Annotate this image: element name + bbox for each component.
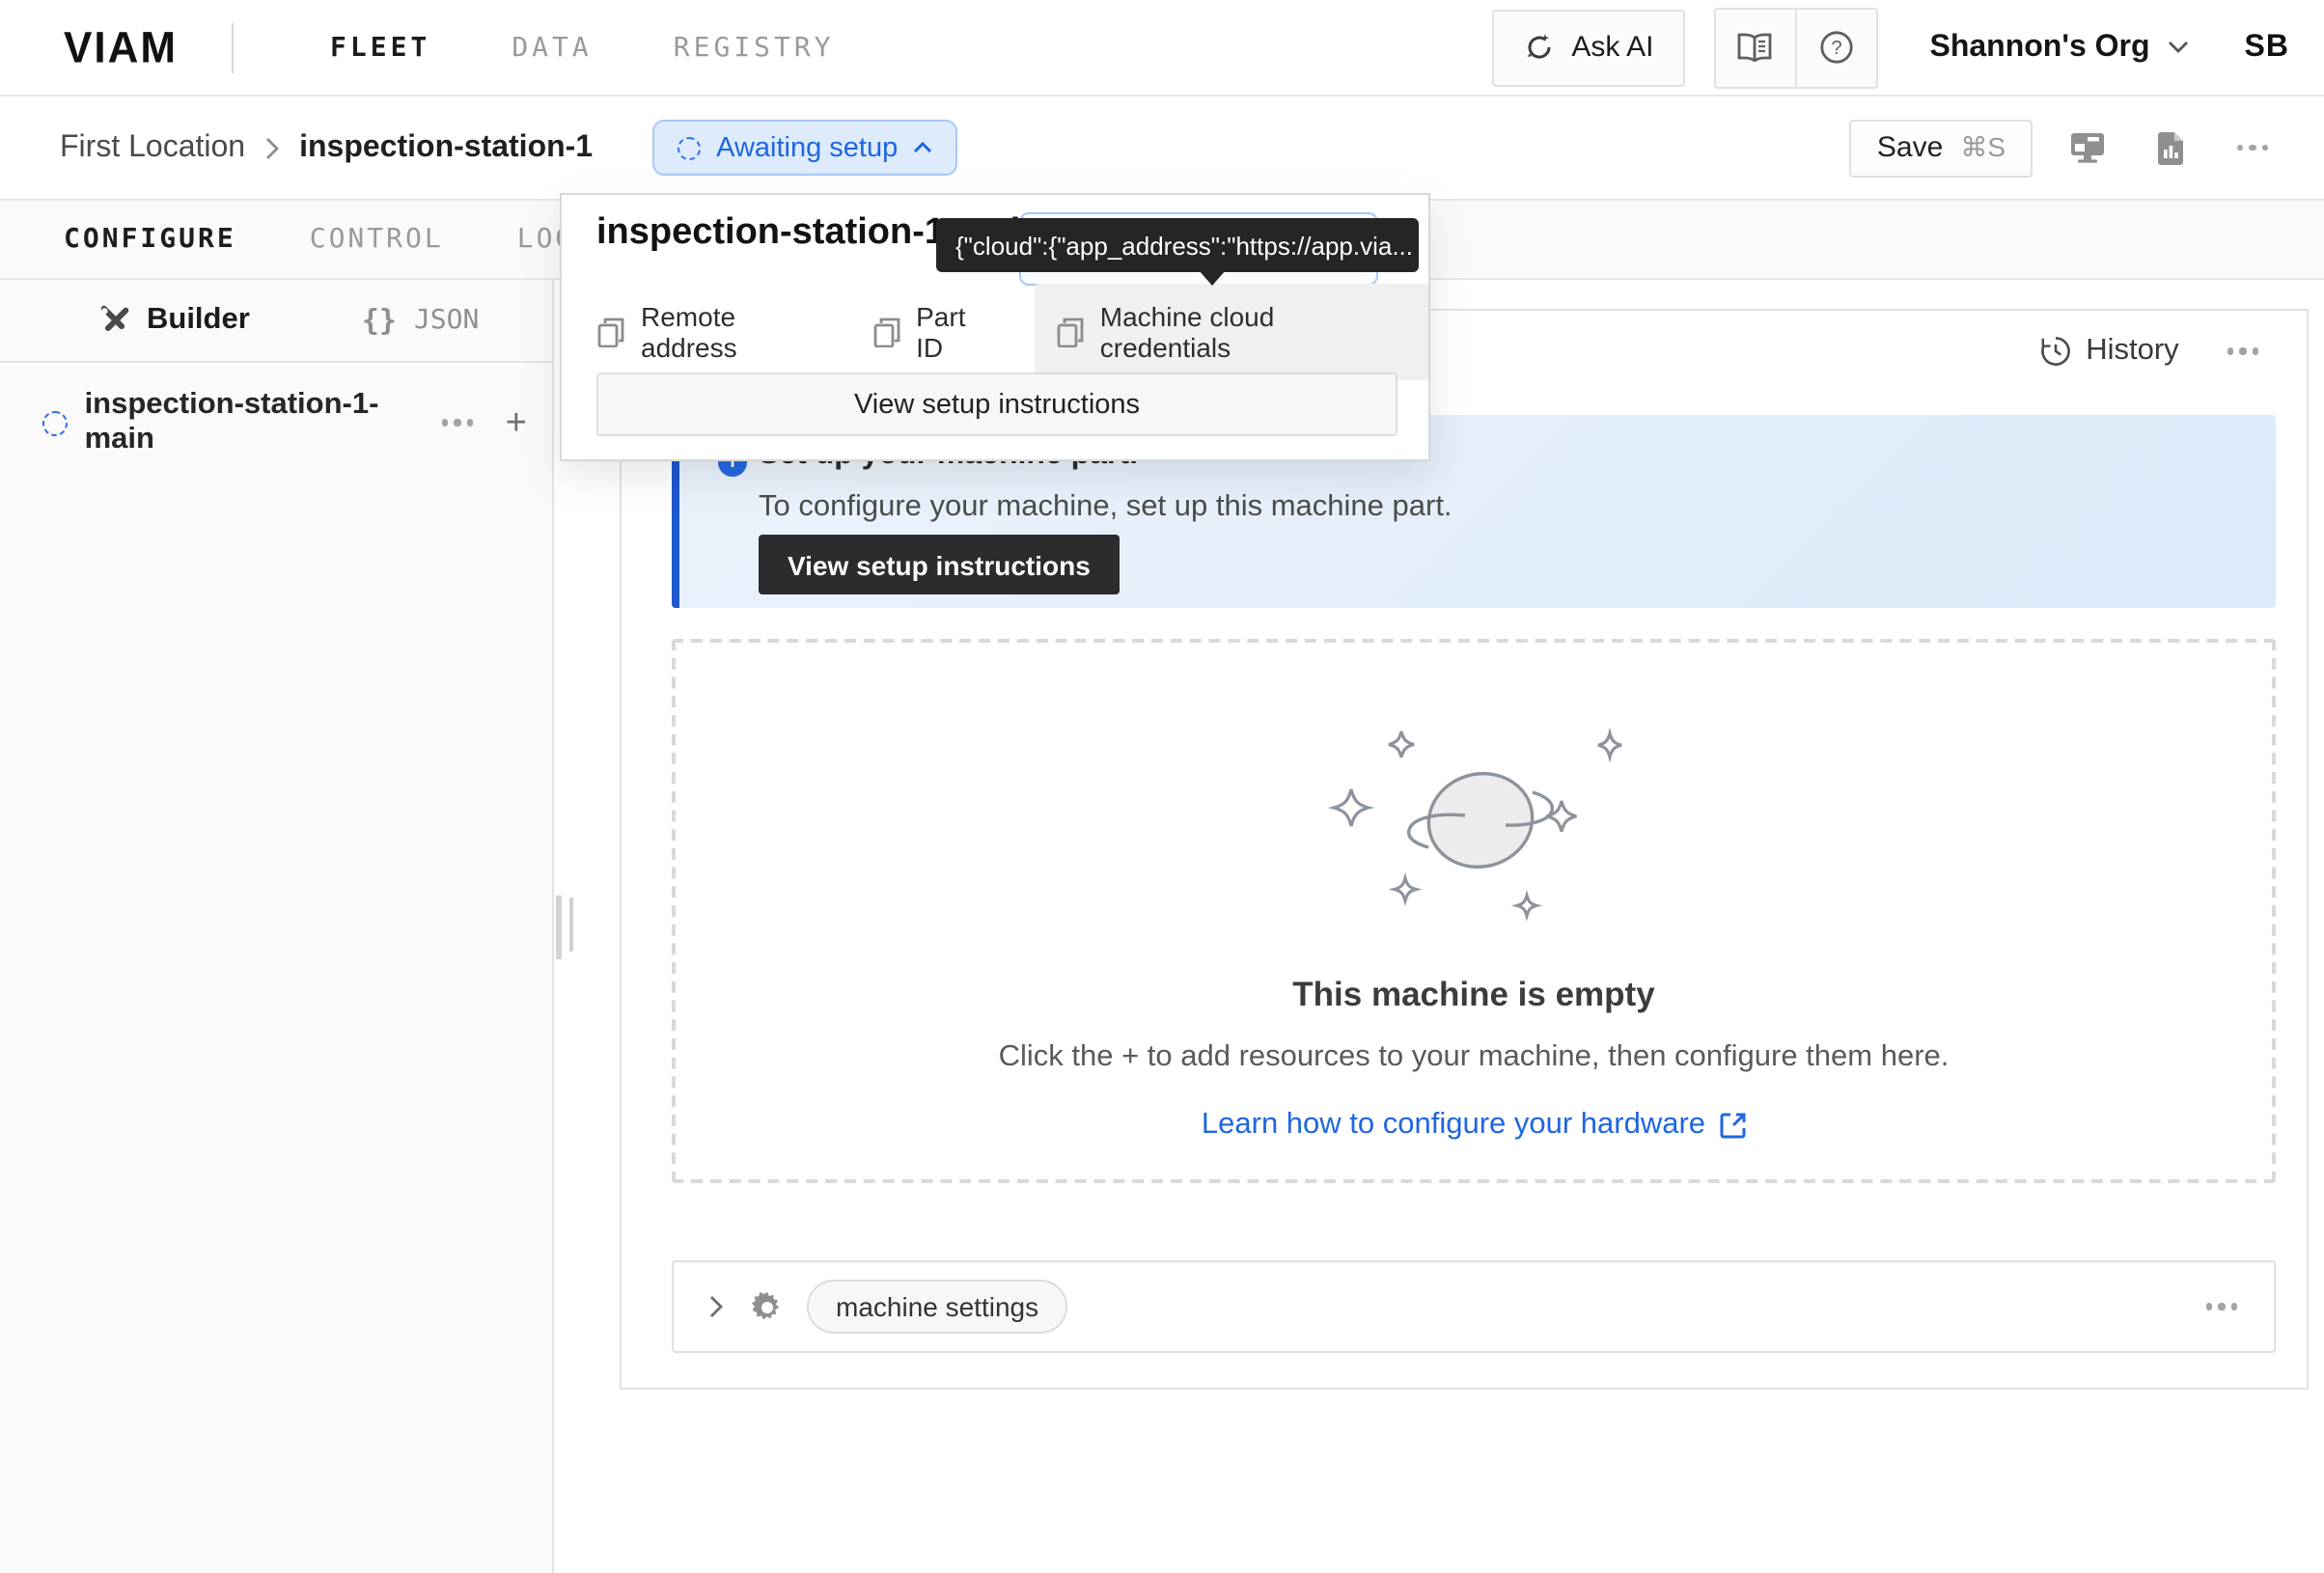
json-brace-icon: {} bbox=[362, 303, 397, 338]
save-label: Save bbox=[1877, 131, 1943, 164]
settings-overflow-menu[interactable] bbox=[2206, 1304, 2237, 1311]
svg-text:?: ? bbox=[1831, 38, 1841, 59]
popup-copy-row: Remote address Part ID bbox=[596, 284, 1428, 380]
builder-mode-button[interactable]: Builder bbox=[98, 303, 250, 338]
add-resource-button[interactable]: + bbox=[506, 404, 527, 441]
popup-view-setup-instructions-button[interactable]: View setup instructions bbox=[596, 373, 1397, 436]
monitor-icon bbox=[2068, 131, 2105, 164]
breadcrumb-machine-name: inspection-station-1 bbox=[299, 130, 593, 165]
copy-icon bbox=[872, 317, 900, 347]
tools-icon bbox=[98, 305, 129, 336]
banner-body: To configure your machine, set up this m… bbox=[759, 490, 1452, 525]
ask-ai-button[interactable]: Ask AI bbox=[1492, 9, 1684, 86]
primary-nav: FLEET DATA REGISTRY bbox=[330, 32, 835, 63]
builder-json-toggle: Builder {} JSON bbox=[0, 280, 552, 363]
part-awaiting-setup-icon bbox=[42, 410, 68, 435]
org-name: Shannon's Org bbox=[1929, 30, 2149, 65]
status-badge-label: Awaiting setup bbox=[716, 132, 898, 163]
empty-state-title: This machine is empty bbox=[1292, 975, 1654, 1015]
configure-hardware-link[interactable]: Learn how to configure your hardware bbox=[1202, 1108, 1746, 1143]
nav-divider bbox=[232, 22, 234, 72]
gear-icon bbox=[751, 1290, 784, 1323]
card-overflow-menu[interactable] bbox=[2227, 348, 2258, 355]
save-shortcut: ⌘S bbox=[1960, 131, 2006, 164]
copy-icon bbox=[596, 317, 625, 347]
copy-remote-address-button[interactable]: Remote address bbox=[596, 284, 836, 380]
history-label: History bbox=[2086, 334, 2178, 369]
empty-machine-dropzone: This machine is empty Click the + to add… bbox=[672, 639, 2276, 1183]
tooltip-arrow bbox=[1199, 270, 1226, 286]
external-link-icon bbox=[1719, 1112, 1746, 1139]
history-button[interactable]: History bbox=[2039, 334, 2178, 369]
part-name: inspection-station-1-main bbox=[85, 388, 442, 457]
part-tree-item[interactable]: inspection-station-1-main + bbox=[0, 396, 552, 450]
part-config-card: History i Set up your machine part. To c… bbox=[620, 309, 2309, 1390]
avatar[interactable]: SB bbox=[2245, 30, 2289, 65]
topnav-right: Ask AI ? bbox=[1492, 7, 2289, 88]
configure-sidebar: Builder {} JSON inspection-station-1-mai… bbox=[0, 280, 554, 1573]
copy-machine-cloud-credentials-button[interactable]: Machine cloud credentials bbox=[1035, 284, 1428, 380]
machine-report-button[interactable] bbox=[2141, 119, 2199, 177]
json-label: JSON bbox=[414, 305, 479, 336]
empty-state-body: Click the + to add resources to your mac… bbox=[999, 1040, 1950, 1075]
breadcrumb-location[interactable]: First Location bbox=[60, 130, 245, 165]
chevron-up-icon bbox=[913, 141, 932, 154]
expand-chevron-icon[interactable] bbox=[708, 1295, 724, 1318]
breadcrumb-actions: Save ⌘S bbox=[1850, 119, 2282, 177]
view-setup-instructions-button[interactable]: View setup instructions bbox=[759, 535, 1120, 594]
json-mode-button[interactable]: {} JSON bbox=[362, 303, 480, 338]
sidebar-resize-handle[interactable] bbox=[556, 896, 573, 959]
help-circle-icon: ? bbox=[1819, 31, 1852, 64]
copy-icon bbox=[1056, 317, 1085, 347]
copy-machine-cloud-credentials-label: Machine cloud credentials bbox=[1100, 301, 1407, 363]
documentation-button[interactable] bbox=[1715, 9, 1794, 86]
copy-part-id-button[interactable]: Part ID bbox=[872, 284, 998, 380]
viam-logo[interactable]: VIAM bbox=[64, 21, 178, 73]
document-chart-icon bbox=[2155, 130, 2184, 165]
builder-label: Builder bbox=[147, 303, 250, 338]
awaiting-setup-spinner-icon bbox=[678, 136, 701, 159]
save-button[interactable]: Save ⌘S bbox=[1850, 119, 2033, 177]
viam-machine-page: VIAM FLEET DATA REGISTRY Ask AI bbox=[0, 0, 2324, 1573]
machine-settings-pill[interactable]: machine settings bbox=[807, 1280, 1067, 1334]
history-clock-icon bbox=[2039, 336, 2070, 367]
nav-tab-data[interactable]: DATA bbox=[512, 32, 592, 63]
credentials-tooltip: {"cloud":{"app_address":"https://app.via… bbox=[936, 218, 1419, 272]
configure-hardware-link-label: Learn how to configure your hardware bbox=[1202, 1108, 1705, 1143]
ask-ai-sparkle-icon bbox=[1523, 31, 1556, 64]
chevron-right-icon bbox=[264, 136, 280, 159]
help-button[interactable]: ? bbox=[1794, 9, 1875, 86]
part-overflow-menu[interactable] bbox=[441, 420, 472, 427]
part-actions: + bbox=[441, 404, 527, 441]
machine-settings-row[interactable]: machine settings bbox=[672, 1260, 2276, 1353]
ellipsis-icon bbox=[2237, 145, 2268, 152]
nav-tab-fleet[interactable]: FLEET bbox=[330, 32, 430, 63]
ask-ai-label: Ask AI bbox=[1571, 31, 1653, 64]
book-icon bbox=[1737, 33, 1772, 62]
tab-configure[interactable]: CONFIGURE bbox=[64, 224, 236, 255]
planet-illustration bbox=[1281, 708, 1667, 940]
copy-part-id-label: Part ID bbox=[916, 301, 998, 363]
breadcrumb-row: First Location inspection-station-1 Awai… bbox=[0, 97, 2324, 201]
chevron-down-icon bbox=[2168, 41, 2189, 54]
top-nav: VIAM FLEET DATA REGISTRY Ask AI bbox=[0, 0, 2324, 97]
tab-control[interactable]: CONTROL bbox=[310, 224, 444, 255]
machine-overflow-menu[interactable] bbox=[2224, 119, 2282, 177]
part-status-popup: inspection-station-1-main Remote address bbox=[560, 193, 1430, 461]
org-switcher[interactable]: Shannon's Org bbox=[1929, 30, 2188, 65]
machine-status-badge[interactable]: Awaiting setup bbox=[652, 120, 957, 176]
docs-help-group: ? bbox=[1713, 7, 1877, 88]
nav-tab-registry[interactable]: REGISTRY bbox=[674, 32, 835, 63]
machine-page-view-button[interactable] bbox=[2058, 119, 2116, 177]
copy-remote-address-label: Remote address bbox=[641, 301, 836, 363]
